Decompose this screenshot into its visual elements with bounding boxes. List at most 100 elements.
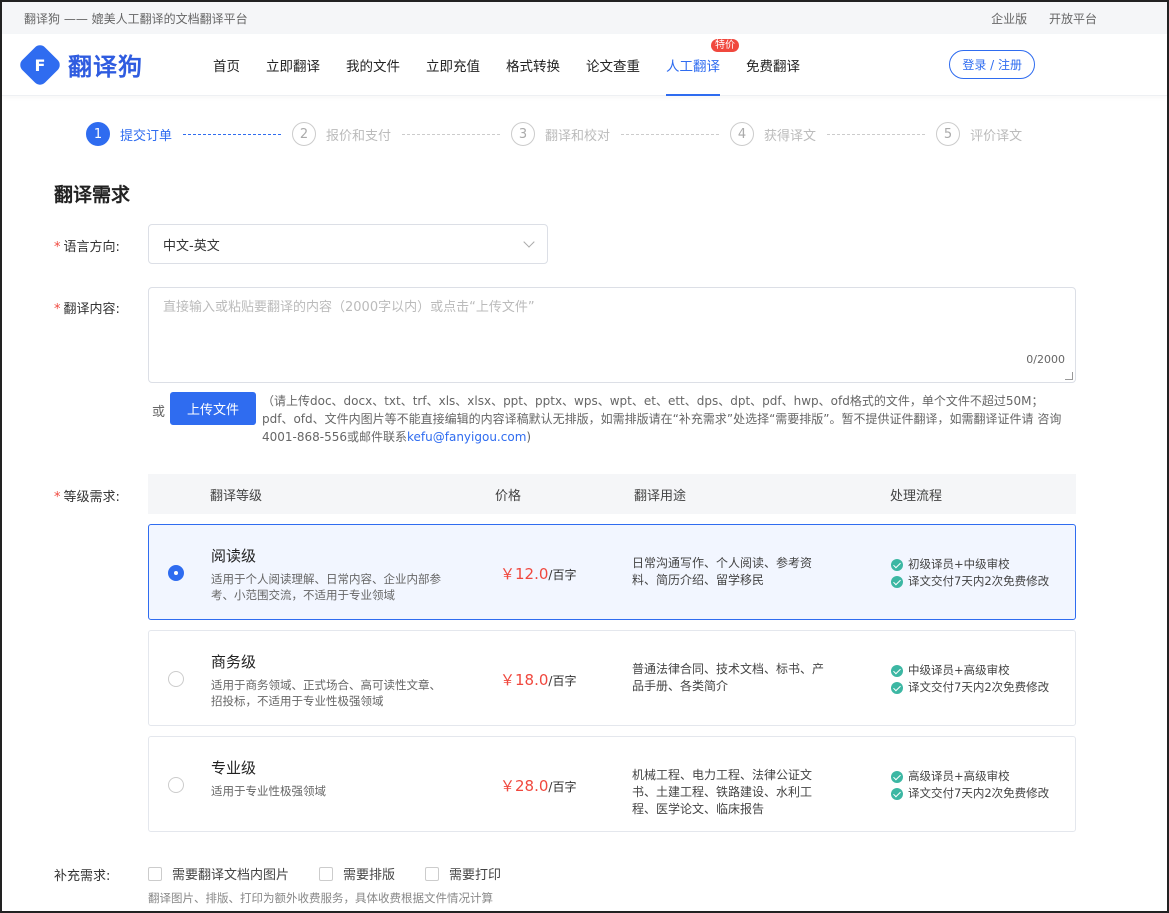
flow-line: 高级译员+高级审校 bbox=[908, 769, 1010, 783]
or-text: 或 bbox=[152, 405, 166, 420]
step-5: 5 评价译文 bbox=[936, 122, 1022, 146]
step-connector bbox=[621, 133, 720, 135]
content-label: * 翻译内容: bbox=[54, 298, 120, 317]
checkbox-translate-images[interactable]: 需要翻译文档内图片 bbox=[148, 864, 289, 883]
grade-desc: 适用于个人阅读理解、日常内容、企业内部参考、小范围交流，不适用于专业领域 bbox=[211, 572, 441, 602]
grade-price: ￥28.0/百字 bbox=[500, 775, 576, 796]
check-circle-icon bbox=[891, 575, 903, 588]
flow-line: 中级译员+高级审校 bbox=[908, 663, 1010, 677]
check-circle-icon bbox=[891, 664, 903, 677]
step-number: 3 bbox=[511, 122, 536, 146]
price-unit: /百字 bbox=[548, 674, 577, 688]
nav-free-translation[interactable]: 免费翻译 bbox=[733, 34, 813, 96]
grade-option-business[interactable]: 商务级 适用于商务领域、正式场合、高可读性文章、招投标，不适用于专业性极强领域 … bbox=[148, 630, 1076, 726]
step-label: 报价和支付 bbox=[326, 128, 392, 144]
step-label: 提交订单 bbox=[120, 128, 173, 144]
enterprise-link[interactable]: 企业版 bbox=[991, 12, 1027, 26]
price-value: ￥18.0 bbox=[500, 671, 549, 689]
step-number: 2 bbox=[292, 122, 317, 146]
main-nav: 首页 立即翻译 我的文件 立即充值 格式转换 论文查重 人工翻译 特价 免费翻译 bbox=[200, 34, 813, 96]
language-direction-value: 中文-英文 bbox=[163, 238, 220, 254]
step-label: 获得译文 bbox=[764, 128, 817, 144]
nav-human-translation[interactable]: 人工翻译 特价 bbox=[653, 34, 739, 96]
checkbox[interactable] bbox=[319, 866, 334, 881]
price-value: ￥28.0 bbox=[500, 777, 549, 795]
checkbox-typesetting[interactable]: 需要排版 bbox=[319, 864, 395, 883]
step-4: 4 获得译文 bbox=[730, 122, 816, 146]
content-label-text: 翻译内容: bbox=[63, 302, 120, 317]
grade-label-text: 等级需求: bbox=[63, 490, 120, 505]
grade-price: ￥12.0/百字 bbox=[500, 563, 576, 584]
grade-table-header: 翻译等级 价格 翻译用途 处理流程 bbox=[148, 474, 1076, 514]
login-register-button[interactable]: 登录 / 注册 bbox=[949, 50, 1035, 79]
resize-handle-icon[interactable] bbox=[1065, 372, 1073, 380]
checkbox-label: 需要排版 bbox=[343, 868, 396, 883]
check-circle-icon bbox=[891, 681, 903, 694]
extra-label: 补充需求: bbox=[54, 869, 111, 884]
grade-name: 商务级 bbox=[211, 653, 257, 671]
step-number: 4 bbox=[730, 122, 755, 146]
support-email-link[interactable]: kefu@fanyigou.com bbox=[407, 430, 526, 444]
grade-option-reading[interactable]: 阅读级 适用于个人阅读理解、日常内容、企业内部参考、小范围交流，不适用于专业领域… bbox=[148, 524, 1076, 620]
checkbox[interactable] bbox=[425, 866, 440, 881]
step-2: 2 报价和支付 bbox=[292, 122, 391, 146]
content-placeholder: 直接输入或粘贴要翻译的内容（2000字以内）或点击“上传文件” bbox=[163, 300, 535, 315]
site-slogan: 翻译狗 —— 媲美人工翻译的文档翻译平台 bbox=[24, 11, 248, 26]
step-connector bbox=[183, 133, 282, 135]
grade-use: 机械工程、电力工程、法律公证文书、土建工程、铁路建设、水利工程、医学论文、临床报… bbox=[632, 768, 813, 816]
grade-radio[interactable] bbox=[168, 671, 184, 687]
logo-icon: F bbox=[17, 41, 63, 88]
logo-text: 翻译狗 bbox=[68, 53, 143, 81]
translation-content-input[interactable]: 直接输入或粘贴要翻译的内容（2000字以内）或点击“上传文件” 0/2000 bbox=[148, 287, 1076, 383]
grade-radio[interactable] bbox=[168, 565, 184, 581]
grade-price: ￥18.0/百字 bbox=[500, 669, 576, 690]
grade-desc: 适用于专业性极强领域 bbox=[211, 784, 326, 798]
nav-recharge[interactable]: 立即充值 bbox=[413, 34, 493, 96]
grade-use: 日常沟通写作、个人阅读、参考资料、简历介绍、留学移民 bbox=[632, 556, 813, 587]
step-label: 评价译文 bbox=[970, 128, 1023, 144]
checkbox[interactable] bbox=[148, 866, 162, 881]
check-circle-icon bbox=[891, 558, 903, 571]
top-bar: 翻译狗 —— 媲美人工翻译的文档翻译平台 企业版 开放平台 bbox=[2, 2, 1167, 34]
lang-label-text: 语言方向: bbox=[63, 240, 120, 255]
grade-flow: 中级译员+高级审校 译文交付7天内2次免费修改 bbox=[891, 662, 1049, 696]
open-platform-link[interactable]: 开放平台 bbox=[1049, 12, 1097, 26]
price-unit: /百字 bbox=[548, 780, 577, 794]
nav-my-files[interactable]: 我的文件 bbox=[333, 34, 413, 96]
logo[interactable]: F 翻译狗 bbox=[17, 41, 200, 88]
grade-flow: 初级译员+中级审校 译文交付7天内2次免费修改 bbox=[891, 556, 1049, 590]
price-value: ￥12.0 bbox=[500, 565, 549, 583]
checkbox-printing[interactable]: 需要打印 bbox=[425, 864, 501, 883]
nav-format-convert[interactable]: 格式转换 bbox=[493, 34, 573, 96]
grade-radio[interactable] bbox=[168, 777, 184, 793]
upload-file-button[interactable]: 上传文件 bbox=[170, 392, 256, 425]
nav-translate-now[interactable]: 立即翻译 bbox=[253, 34, 333, 96]
upload-note-close: ) bbox=[526, 430, 532, 444]
step-connector bbox=[402, 133, 501, 135]
required-mark: * bbox=[54, 240, 61, 255]
nav-home[interactable]: 首页 bbox=[200, 34, 253, 96]
extras-note: 翻译图片、排版、打印为额外收费服务，具体收费根据文件情况计算 bbox=[148, 891, 493, 905]
checkbox-label: 需要翻译文档内图片 bbox=[172, 868, 290, 883]
grade-label: * 等级需求: bbox=[54, 486, 120, 505]
flow-line: 译文交付7天内2次免费修改 bbox=[908, 574, 1050, 588]
main-header: F 翻译狗 首页 立即翻译 我的文件 立即充值 格式转换 论文查重 人工翻译 特… bbox=[2, 34, 1167, 96]
price-unit: /百字 bbox=[548, 568, 577, 582]
grade-option-professional[interactable]: 专业级 适用于专业性极强领域 ￥28.0/百字 机械工程、电力工程、法律公证文书… bbox=[148, 736, 1076, 832]
lang-label: * 语言方向: bbox=[54, 236, 120, 255]
chevron-down-icon bbox=[523, 236, 535, 248]
upload-note-text: （请上传doc、docx、txt、trf、xls、xlsx、ppt、pptx、w… bbox=[262, 394, 1062, 444]
section-title: 翻译需求 bbox=[54, 184, 131, 206]
step-1: 1 提交订单 bbox=[86, 122, 172, 146]
check-circle-icon bbox=[891, 770, 903, 783]
header-flow: 处理流程 bbox=[890, 488, 943, 504]
header-price: 价格 bbox=[495, 488, 522, 504]
required-mark: * bbox=[54, 302, 61, 317]
grade-use: 普通法律合同、技术文档、标书、产品手册、各类简介 bbox=[632, 662, 825, 693]
extra-options: 需要翻译文档内图片 需要排版 需要打印 bbox=[148, 864, 531, 883]
step-3: 3 翻译和校对 bbox=[511, 122, 610, 146]
nav-plagiarism-check[interactable]: 论文查重 bbox=[573, 34, 653, 96]
language-direction-select[interactable]: 中文-英文 bbox=[148, 224, 548, 264]
grade-name: 阅读级 bbox=[211, 547, 257, 565]
header-use: 翻译用途 bbox=[634, 488, 687, 504]
